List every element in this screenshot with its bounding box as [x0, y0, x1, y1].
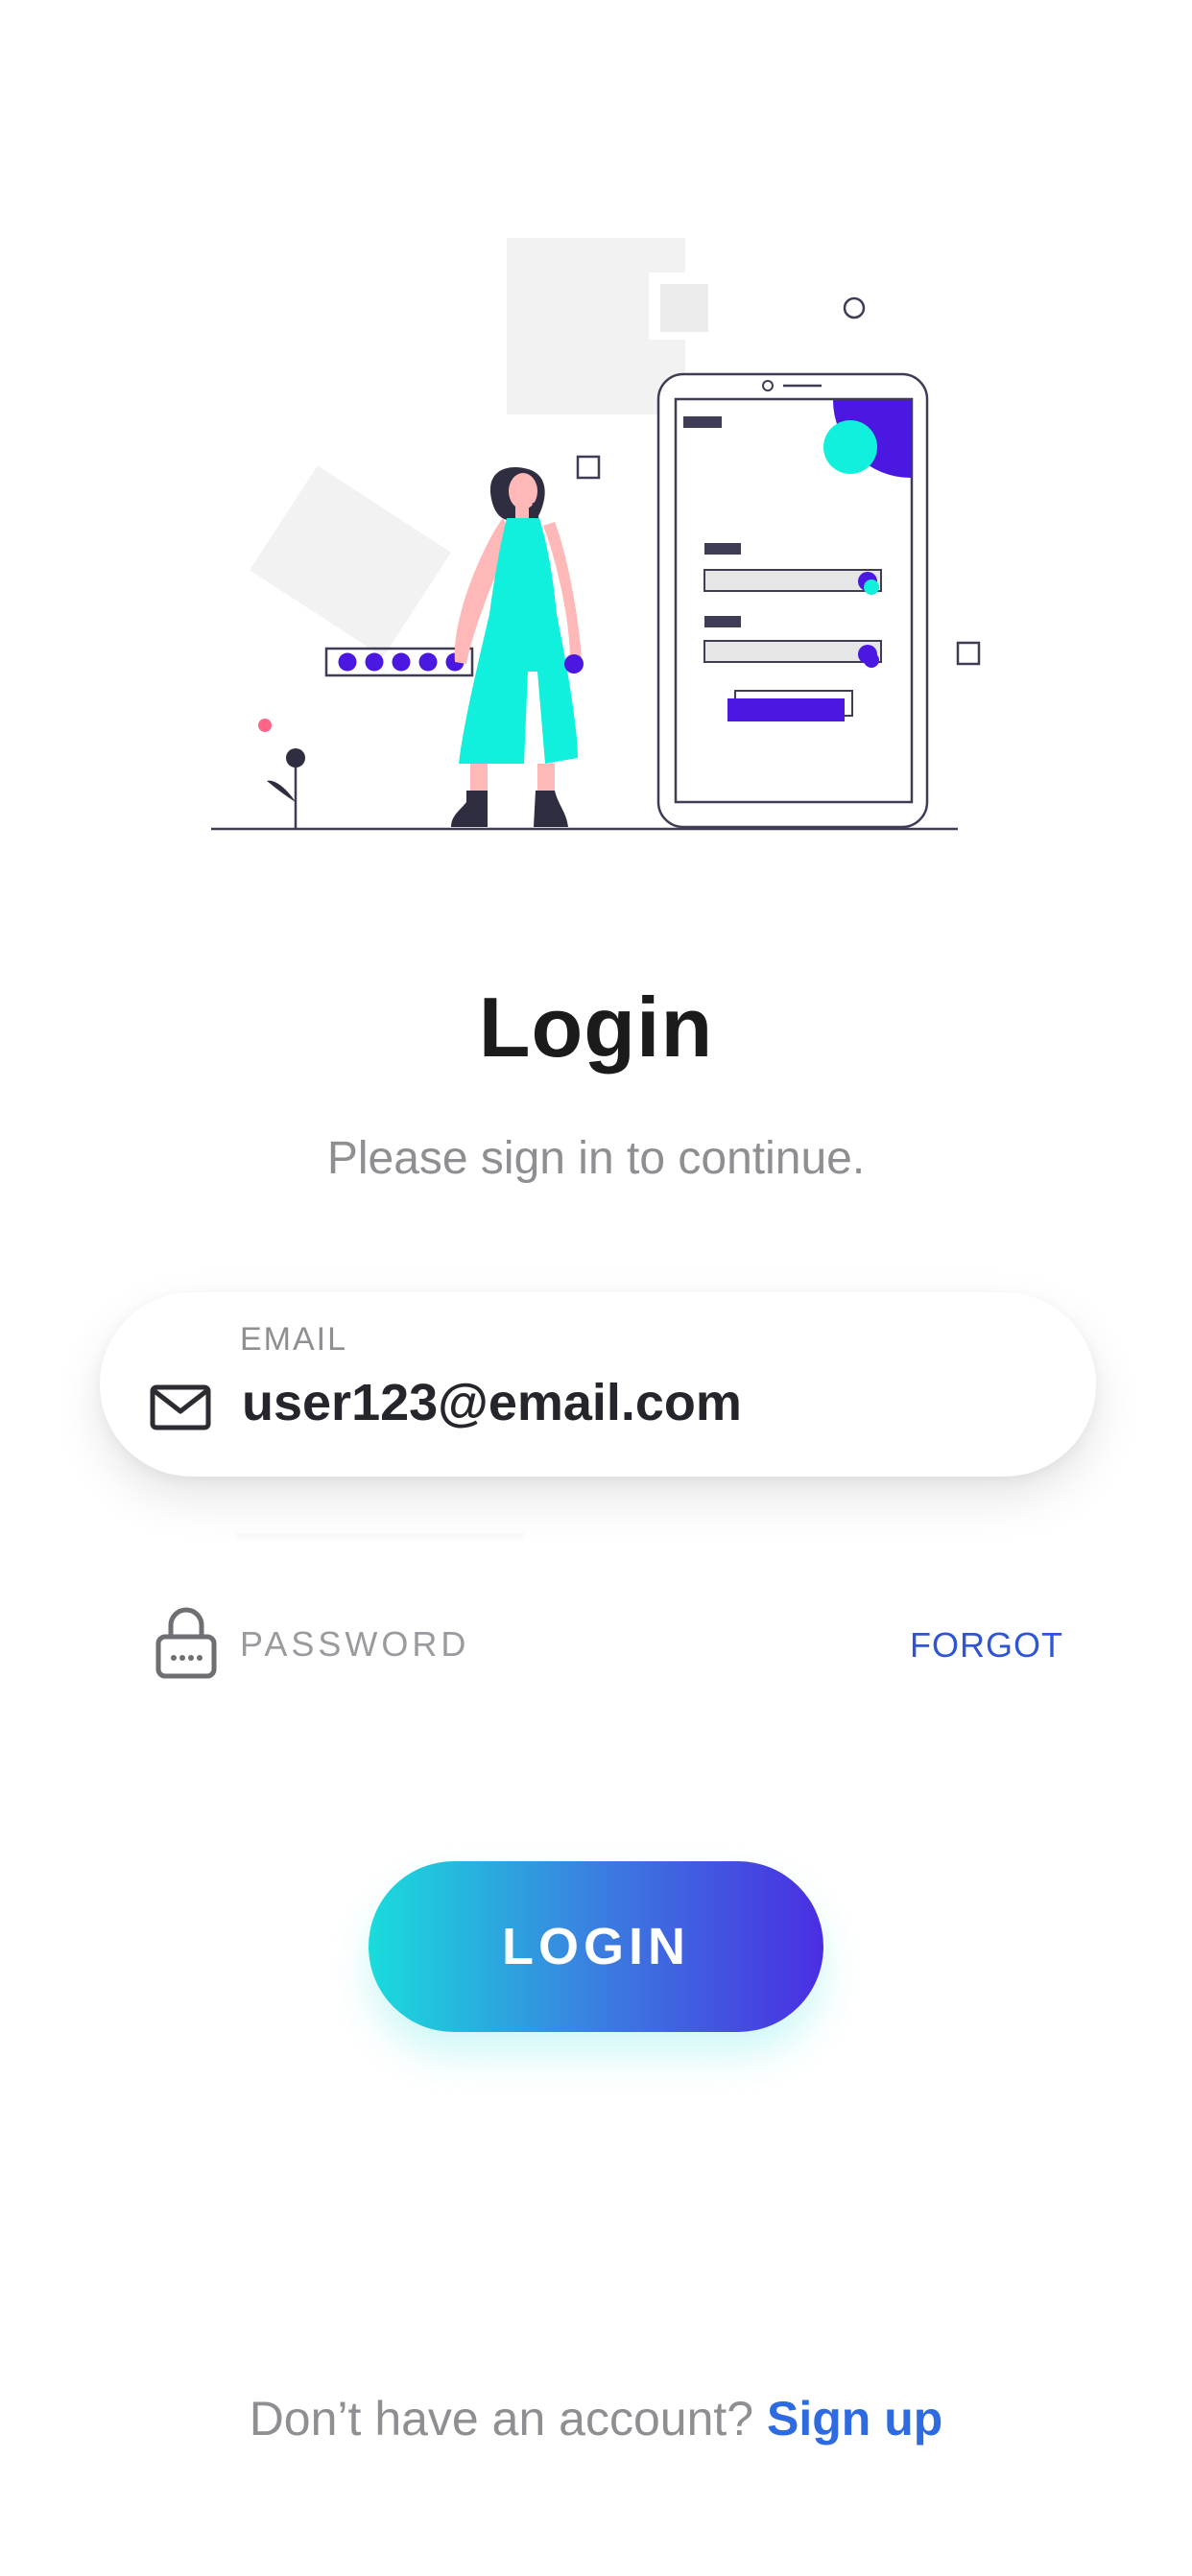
divider [236, 1533, 524, 1545]
person-figure [451, 467, 584, 827]
page-subtitle: Please sign in to continue. [326, 1133, 866, 1184]
lock-icon [155, 1607, 217, 1679]
plant-leaf [267, 780, 296, 802]
plant-flower [258, 719, 272, 732]
email-input[interactable] [242, 1369, 1067, 1436]
login-illustration [211, 238, 981, 831]
outline-circle [843, 296, 866, 319]
password-input[interactable] [240, 1621, 854, 1667]
forgot-password-link[interactable]: FORGOT [910, 1625, 1063, 1666]
signup-prompt-text: Don’t have an account? [249, 2392, 754, 2446]
mail-icon [150, 1384, 211, 1430]
email-field-card[interactable]: EMAIL [100, 1292, 1096, 1477]
signup-link[interactable]: Sign up [767, 2392, 942, 2446]
signup-prompt: Don’t have an account? Sign up [0, 2391, 1192, 2446]
bg-square-small [660, 284, 708, 332]
email-label: EMAIL [240, 1321, 348, 1358]
login-button[interactable]: LOGIN [369, 1861, 823, 2032]
plant-bud [286, 748, 305, 768]
phone-illustration [656, 372, 929, 829]
outline-square-2 [956, 641, 981, 666]
password-field-row[interactable]: FORGOT [100, 1583, 1096, 1708]
page-title: Login [478, 980, 714, 1075]
outline-square-1 [576, 455, 601, 480]
bg-square-tilted [249, 465, 452, 657]
